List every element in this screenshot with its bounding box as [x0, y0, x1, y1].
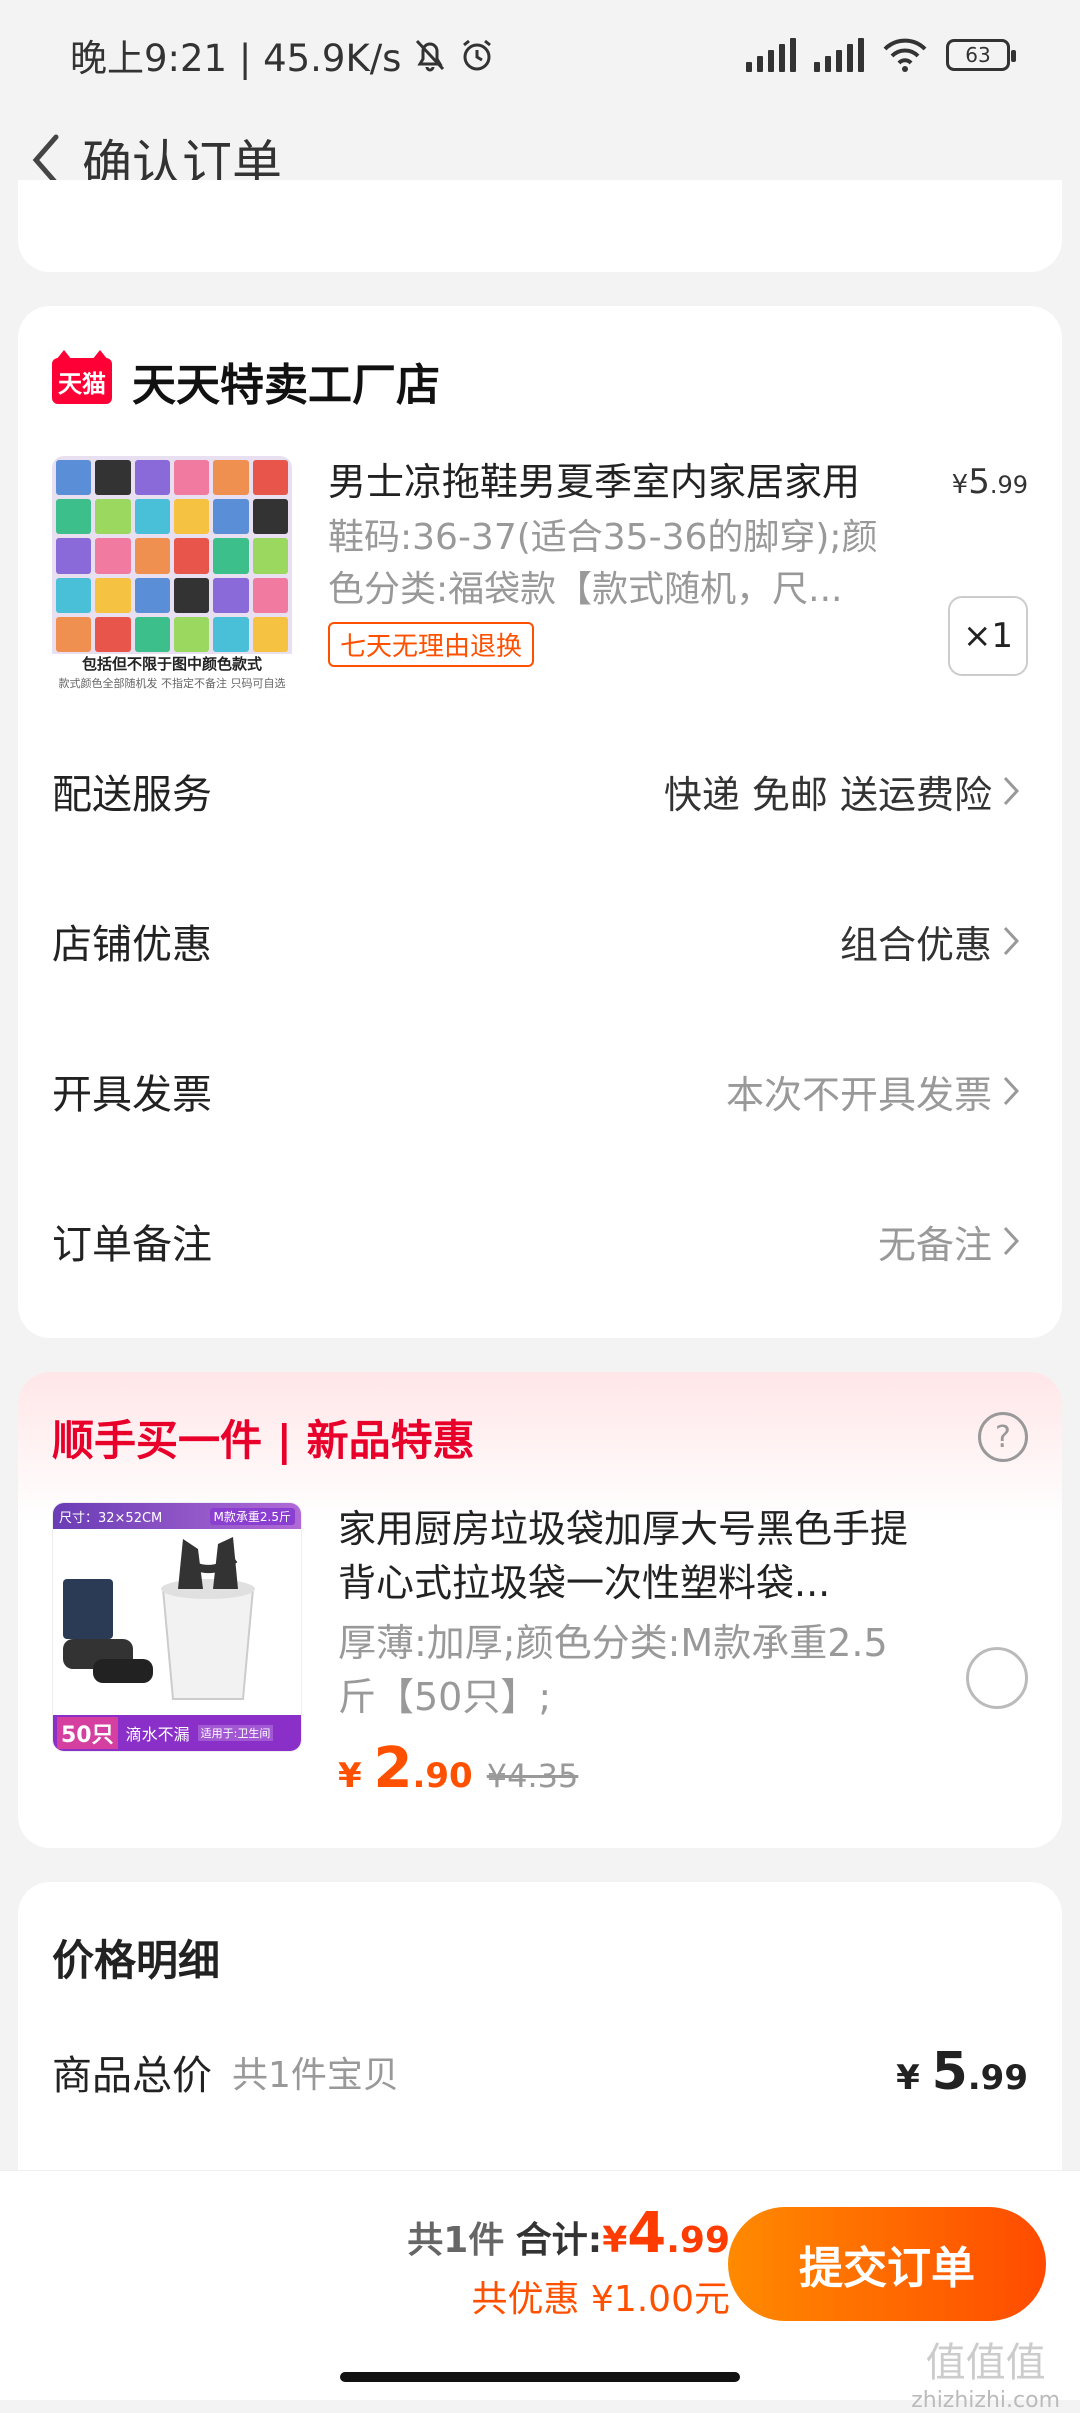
watermark: 值值值 zhizhizhi.com [911, 2340, 1060, 2413]
product-spec: 鞋码:36-37(适合35-36的脚穿);颜色分类:福袋款【款式随机，尺... [328, 517, 878, 610]
total-label: 合计: [515, 2220, 603, 2261]
addon-product-spec: 厚薄:加厚;颜色分类:M款承重2.5斤【50只】; [338, 1621, 888, 1719]
slipper-swatch [56, 538, 92, 574]
row-value: 快递 免邮 送运费险 [663, 772, 992, 817]
slipper-swatch [252, 460, 288, 496]
total-amount: ¥4.99 [602, 2201, 730, 2266]
slipper-swatch [252, 499, 288, 535]
image-subcaption: 款式颜色全部随机发 不指定不备注 只码可自选 [58, 677, 286, 690]
alarm-icon [463, 39, 492, 71]
status-bar: 晚上9:21 | 45.9K/s 63 [0, 0, 1080, 110]
address-card[interactable] [18, 180, 1062, 272]
chevron-right-icon [1002, 771, 1028, 811]
row-invoice[interactable]: 开具发票 本次不开具发票 [18, 1016, 1062, 1166]
order-product[interactable]: 包括但不限于图中颜色款式 款式颜色全部随机发 不指定不备注 只码可自选 男士凉拖… [18, 456, 1062, 716]
slipper-swatch [173, 577, 210, 613]
addon-product-title: 家用厨房垃圾袋加厚大号黑色手提背心式拉圾袋一次性塑料袋... [338, 1507, 909, 1605]
help-icon[interactable]: ? [978, 1412, 1028, 1462]
slipper-swatch [252, 577, 288, 613]
slipper-swatch [173, 460, 210, 496]
battery-icon: 63 [946, 39, 1016, 71]
quantity-button[interactable]: ×1 [948, 596, 1028, 676]
image-size-label: 尺寸：32×52CM [59, 1510, 163, 1526]
image-weight-label: M款承重2.5斤 [209, 1507, 295, 1525]
image-slogan: 滴水不漏 [125, 1725, 190, 1744]
wifi-icon [883, 38, 927, 72]
return-policy-tag: 七天无理由退换 [328, 622, 535, 667]
goods-count: 共1件宝贝 [232, 2055, 399, 2096]
shop-order-card: 天猫 天天特卖工厂店 包括但不限于图中颜色款式 款式颜色全部随机发 不指定不备注… [18, 306, 1062, 1338]
row-value: 本次不开具发票 [725, 1072, 992, 1117]
slipper-swatch [56, 499, 92, 535]
shop-name: 天天特卖工厂店 [132, 360, 440, 411]
goods-total-amount: ¥ 5.99 [896, 2042, 1028, 2102]
slipper-swatch [95, 538, 131, 574]
product-price: ¥5.99 [951, 462, 1028, 502]
slipper-swatch [134, 499, 170, 535]
addon-select-radio[interactable] [966, 1647, 1028, 1709]
slipper-swatch [173, 499, 210, 535]
status-time: 晚上9:21 | 45.9K/s [70, 37, 402, 80]
image-usage: 适用于:卫生间 [197, 1725, 274, 1741]
row-label: 店铺优惠 [52, 922, 212, 968]
mute-bell-icon [416, 39, 445, 72]
slipper-swatch [213, 616, 249, 652]
addon-title: 顺手买一件 | 新品特惠 [52, 1415, 475, 1465]
row-shop-discount[interactable]: 店铺优惠 组合优惠 [18, 866, 1062, 1016]
slipper-swatch [252, 616, 288, 652]
goods-total-label: 商品总价 [52, 2053, 212, 2099]
slipper-swatch [173, 538, 210, 574]
chevron-right-icon [1002, 921, 1028, 961]
addon-original-price: ¥4.35 [486, 1757, 579, 1795]
shop-header[interactable]: 天猫 天天特卖工厂店 [18, 306, 1062, 456]
slipper-swatch [134, 538, 170, 574]
addon-product[interactable]: 尺寸：32×52CM M款承重2.5斤 50只 滴水不漏 适用于:卫生间 家用厨… [18, 1502, 1062, 1801]
row-value: 组合优惠 [839, 922, 992, 967]
chevron-right-icon [1002, 1071, 1028, 1111]
slipper-swatch [134, 616, 170, 652]
row-label: 订单备注 [52, 1222, 212, 1268]
slipper-swatch [95, 460, 131, 496]
signal-icon [746, 38, 796, 72]
tmall-logo: 天猫 [52, 350, 112, 404]
addon-product-image: 尺寸：32×52CM M款承重2.5斤 50只 滴水不漏 适用于:卫生间 [52, 1502, 302, 1752]
slipper-swatch [56, 616, 92, 652]
slipper-swatch [134, 577, 170, 613]
slipper-swatch [213, 499, 249, 535]
price-detail-title: 价格明细 [52, 1935, 221, 1985]
price-detail-card: 价格明细 商品总价 共1件宝贝 ¥ 5.99 [18, 1882, 1062, 2182]
addon-card: 顺手买一件 | 新品特惠 ? 尺寸：32×52CM M款承重2.5斤 50只 滴… [18, 1372, 1062, 1848]
slipper-swatch [213, 460, 249, 496]
battery-level: 63 [965, 43, 991, 67]
slipper-swatch [252, 538, 288, 574]
row-value: 无备注 [877, 1222, 992, 1267]
row-label: 配送服务 [52, 772, 212, 818]
product-image: 包括但不限于图中颜色款式 款式颜色全部随机发 不指定不备注 只码可自选 [52, 456, 292, 696]
chevron-right-icon [1002, 1221, 1028, 1261]
slipper-swatch [95, 577, 131, 613]
row-order-note[interactable]: 订单备注 无备注 [18, 1166, 1062, 1316]
slipper-swatch [213, 577, 249, 613]
slipper-swatch [56, 577, 92, 613]
slipper-swatch [173, 616, 210, 652]
slipper-swatch [56, 460, 92, 496]
slipper-swatch [95, 499, 131, 535]
item-count: 共1件 [407, 2220, 505, 2261]
hd-signal-icon [814, 38, 864, 72]
row-delivery[interactable]: 配送服务 快递 免邮 送运费险 [18, 716, 1062, 866]
addon-price: ¥ 2.90 [338, 1736, 473, 1801]
chevron-left-icon [32, 134, 59, 186]
slipper-swatch [95, 616, 131, 652]
row-label: 开具发票 [52, 1072, 212, 1118]
slipper-swatch [213, 538, 249, 574]
image-caption: 包括但不限于图中颜色款式 [81, 655, 262, 673]
trash-bin-illustration [63, 1537, 255, 1700]
slipper-swatch [134, 460, 170, 496]
discount-total: 共优惠 ¥1.00元 [471, 2279, 730, 2320]
submit-order-button[interactable]: 提交订单 [728, 2207, 1046, 2321]
product-title: 男士凉拖鞋男夏季室内家居家用 [328, 460, 861, 504]
image-count-badge: 50只 [57, 1717, 118, 1749]
home-indicator[interactable] [340, 2372, 740, 2382]
